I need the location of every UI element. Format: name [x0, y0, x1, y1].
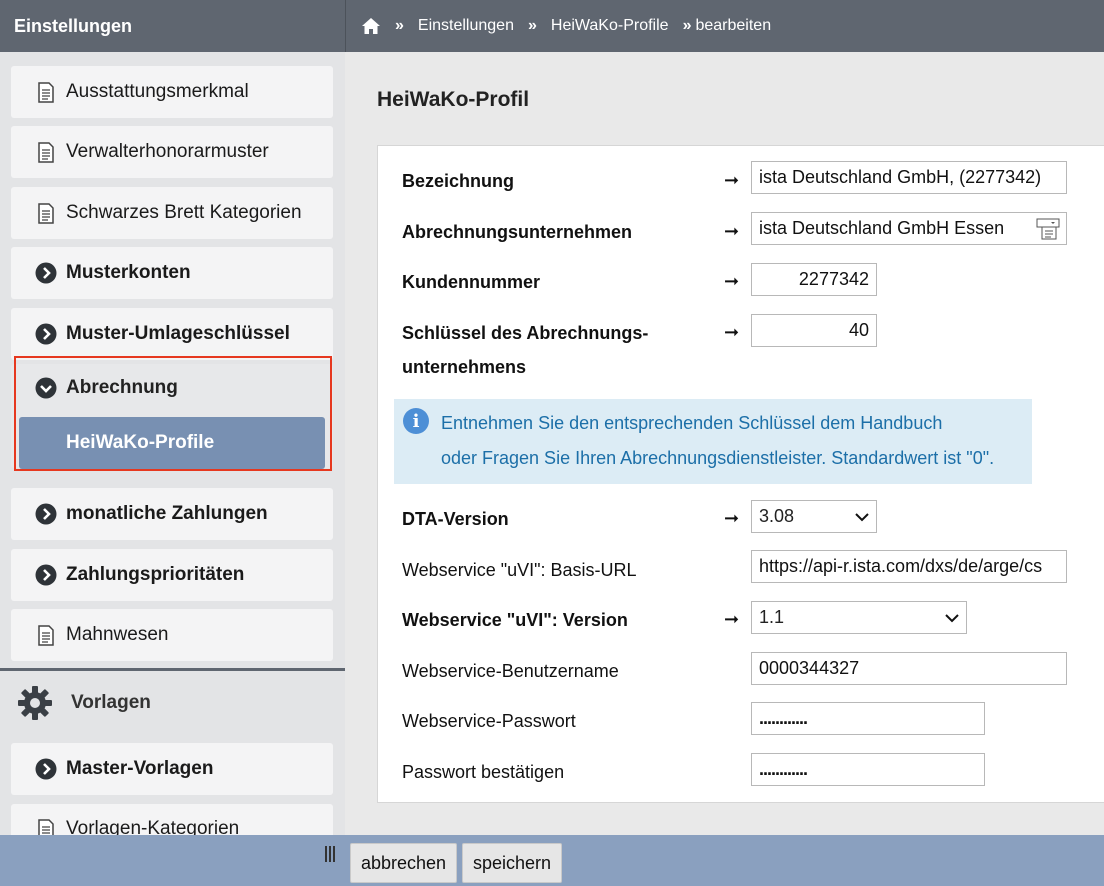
chevron-down-icon: [855, 506, 869, 527]
kundennummer-input[interactable]: 2277342: [751, 263, 877, 296]
home-icon[interactable]: [361, 16, 381, 36]
label-dta-version: DTA-Version: [402, 509, 509, 529]
required-arrow-icon: ➞: [724, 609, 740, 629]
uvi-version-select[interactable]: 1.1: [751, 601, 967, 634]
document-icon: [35, 202, 57, 224]
sidebar-item-label: Schwarzes Brett Kategorien: [66, 202, 302, 223]
breadcrumb: » Einstellungen » HeiWaKo-Profile » bear…: [345, 0, 1104, 52]
bottom-toolbar: abbrechen speichern: [0, 835, 1104, 886]
abrechnungsunternehmen-input[interactable]: ista Deutschland GmbH Essen: [751, 212, 1067, 245]
breadcrumb-heiwako-profile[interactable]: HeiWaKo-Profile: [551, 17, 669, 35]
label-bezeichnung: Bezeichnung: [402, 171, 515, 191]
document-icon: [35, 818, 57, 835]
chevron-right-circle-icon: [35, 503, 57, 525]
breadcrumb-separator: »: [682, 17, 692, 34]
label-schluessel-line1: Schlüssel des Abrechnungs-: [402, 323, 649, 343]
main-content: HeiWaKo-Profil Bezeichnung ➞ ista Deutsc…: [345, 52, 1104, 835]
chevron-right-circle-icon: [35, 758, 57, 780]
info-box: i Entnehmen Sie den entsprechenden Schlü…: [394, 399, 1032, 484]
schluessel-input[interactable]: 40: [751, 314, 877, 347]
required-arrow-icon: ➞: [724, 322, 740, 342]
bezeichnung-input[interactable]: ista Deutschland GmbH, (2277342): [751, 161, 1067, 194]
document-icon: [35, 81, 57, 103]
document-icon: [35, 624, 57, 646]
cancel-button[interactable]: abbrechen: [350, 843, 457, 883]
required-arrow-icon: ➞: [724, 221, 740, 241]
sidebar-item-mahnwesen[interactable]: Mahnwesen: [11, 609, 333, 661]
highlight-box: [14, 356, 332, 471]
sidebar-item-musterkonten[interactable]: Musterkonten: [11, 247, 333, 299]
sidebar-item-label: Vorlagen-Kategorien: [66, 818, 240, 835]
gear-icon: [16, 684, 54, 722]
sidebar-header: Einstellungen: [0, 0, 345, 52]
dta-version-value: 3.08: [759, 506, 795, 526]
info-text-line1: Entnehmen Sie den entsprechenden Schlüss…: [441, 413, 943, 433]
breadcrumb-einstellungen[interactable]: Einstellungen: [418, 17, 514, 35]
label-schluessel-line2: unternehmens: [402, 357, 527, 377]
section-vorlagen[interactable]: Vorlagen: [16, 684, 151, 722]
benutzername-input[interactable]: 0000344327: [751, 652, 1067, 685]
list-picker-icon[interactable]: [1036, 217, 1060, 241]
breadcrumb-separator: »: [395, 17, 404, 34]
sidebar-item-ausstattungsmerkmal[interactable]: Ausstattungsmerkmal: [11, 66, 333, 118]
label-passwort-bestaetigen: Passwort bestätigen: [402, 762, 565, 782]
info-icon: i: [403, 408, 429, 434]
abrechnungsunternehmen-value: ista Deutschland GmbH Essen: [759, 218, 1005, 238]
sidebar-item-zahlungsprioritaeten[interactable]: Zahlungsprioritäten: [11, 549, 333, 601]
sidebar-item-label: monatliche Zahlungen: [66, 503, 268, 524]
required-arrow-icon: ➞: [724, 271, 740, 291]
resize-handle-icon[interactable]: [325, 846, 339, 862]
basis-url-input[interactable]: https://api-r.ista.com/dxs/de/arge/cs: [751, 550, 1067, 583]
passwort-bestaetigen-input[interactable]: ............: [751, 753, 985, 786]
sidebar-item-monatliche-zahlungen[interactable]: monatliche Zahlungen: [11, 488, 333, 540]
document-icon: [35, 141, 57, 163]
section-label: Vorlagen: [71, 692, 151, 713]
sidebar-item-master-vorlagen[interactable]: Master-Vorlagen: [11, 743, 333, 795]
label-kundennummer: Kundennummer: [402, 272, 541, 292]
sidebar-item-label: Zahlungsprioritäten: [66, 564, 245, 585]
label-passwort: Webservice-Passwort: [402, 711, 576, 731]
sidebar-item-muster-umlageschluessel[interactable]: Muster-Umlageschlüssel: [11, 308, 333, 360]
sidebar-item-label: Ausstattungsmerkmal: [66, 81, 249, 102]
label-uvi-version: Webservice "uVI": Version: [402, 610, 628, 630]
uvi-version-value: 1.1: [759, 607, 785, 627]
chevron-right-circle-icon: [35, 262, 57, 284]
save-button[interactable]: speichern: [462, 843, 562, 883]
breadcrumb-separator: »: [527, 17, 537, 34]
dta-version-select[interactable]: 3.08: [751, 500, 877, 533]
sidebar-item-schwarzes-brett[interactable]: Schwarzes Brett Kategorien: [11, 187, 333, 239]
sidebar-item-vorlagen-kategorien[interactable]: Vorlagen-Kategorien: [11, 804, 333, 835]
required-arrow-icon: ➞: [724, 508, 740, 528]
breadcrumb-current: bearbeiten: [695, 17, 772, 34]
label-basis-url: Webservice "uVI": Basis-URL: [402, 560, 637, 580]
label-abrechnungsunternehmen: Abrechnungsunternehmen: [402, 222, 633, 242]
sidebar-item-label: Mahnwesen: [66, 624, 169, 645]
page-title: HeiWaKo-Profil: [377, 88, 530, 111]
info-text-line2: oder Fragen Sie Ihren Abrechnungsdienstl…: [441, 448, 995, 468]
required-arrow-icon: ➞: [724, 170, 740, 190]
sidebar-item-verwalterhonorarmuster[interactable]: Verwalterhonorarmuster: [11, 126, 333, 178]
section-divider: [0, 668, 345, 671]
sidebar-item-label: Musterkonten: [66, 262, 191, 283]
sidebar-item-label: Master-Vorlagen: [66, 758, 214, 779]
chevron-right-circle-icon: [35, 564, 57, 586]
sidebar: Ausstattungsmerkmal Verwalterhonorarmust…: [0, 52, 345, 835]
passwort-input[interactable]: ............: [751, 702, 985, 735]
chevron-right-circle-icon: [35, 323, 57, 345]
form-panel: Bezeichnung ➞ ista Deutschland GmbH, (22…: [377, 145, 1104, 803]
sidebar-item-label: Muster-Umlageschlüssel: [66, 323, 290, 344]
sidebar-item-label: Verwalterhonorarmuster: [66, 141, 269, 162]
chevron-down-icon: [945, 607, 959, 628]
label-benutzername: Webservice-Benutzername: [402, 661, 619, 681]
